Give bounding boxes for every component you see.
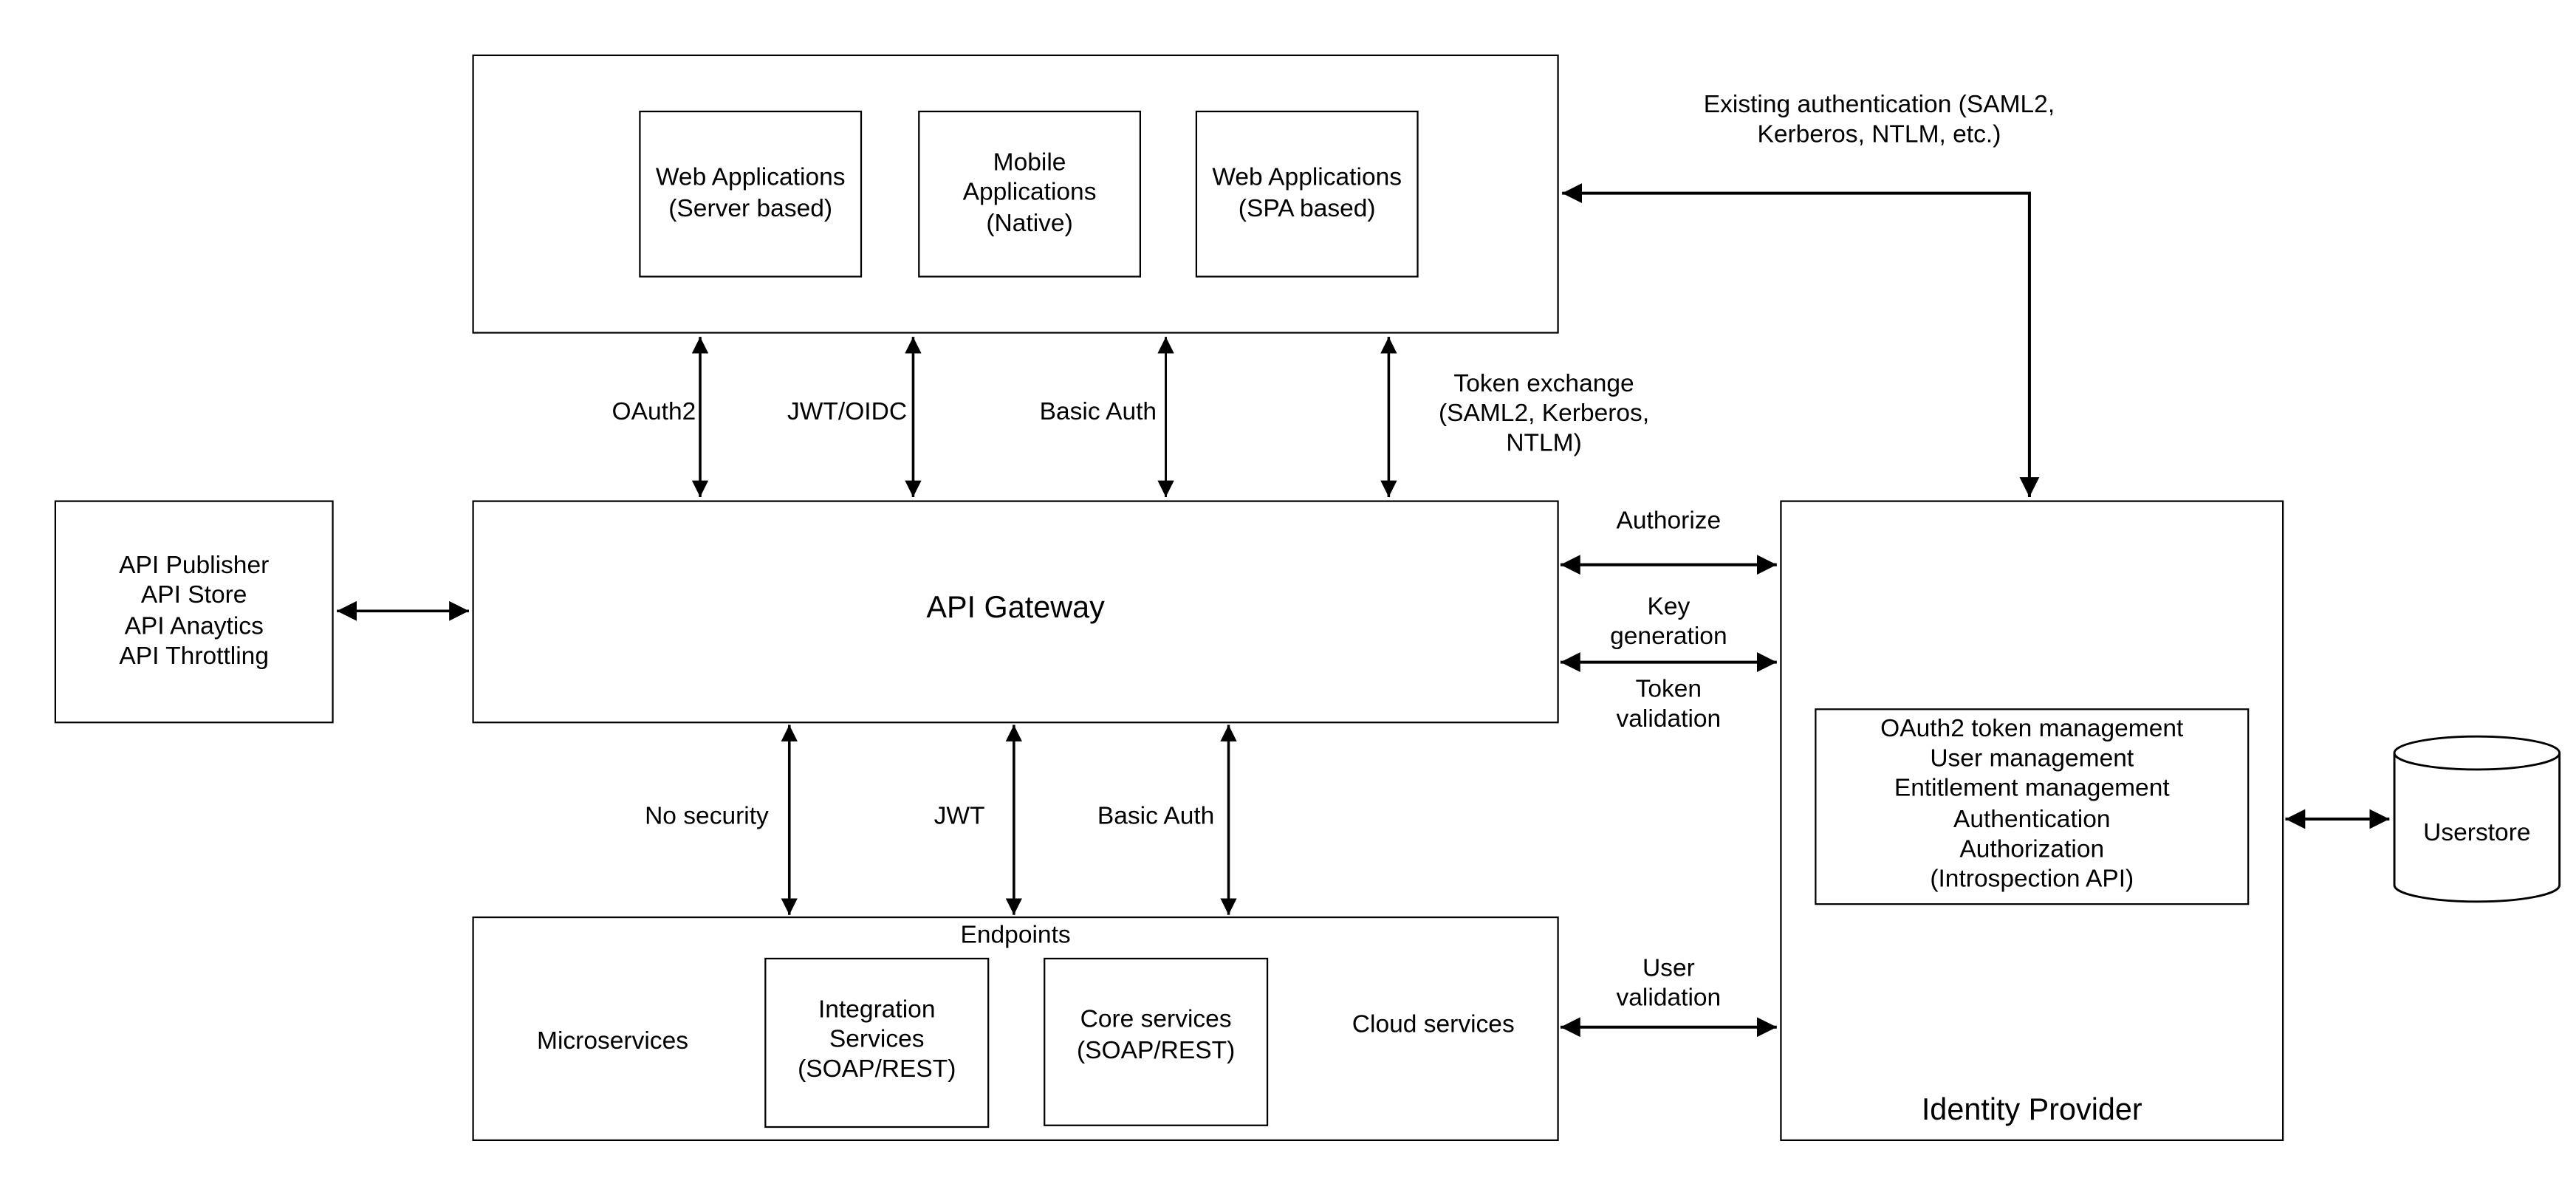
label-jwt: JWT [934, 802, 985, 831]
microservices-label[interactable]: Microservices [515, 959, 710, 1126]
label-no-security: No security [645, 802, 769, 831]
integration-services-label: Integration Services (SOAP/REST) [798, 995, 956, 1083]
api-throttling-text: API Throttling [119, 642, 269, 671]
api-store-text: API Store [140, 581, 247, 610]
api-publisher-text: API Publisher [119, 552, 270, 580]
label-authorize: Authorize [1616, 507, 1722, 535]
label-basic-auth-bottom: Basic Auth [1097, 802, 1215, 831]
label-jwt-oidc: JWT/OIDC [787, 397, 908, 426]
label-user-validation: User validation [1616, 953, 1722, 1013]
capability-introspection: (Introspection API) [1930, 865, 2134, 894]
idp-capabilities-list: OAuth2 token management User management … [1815, 708, 2249, 902]
endpoints-title: Endpoints [960, 921, 1071, 950]
identity-provider-label: Identity Provider [1921, 1091, 2142, 1126]
capability-authentication: Authentication [1953, 805, 2111, 834]
mobile-app-label: Mobile Applications (Native) [962, 148, 1097, 238]
label-basic-auth-top: Basic Auth [1039, 397, 1157, 426]
api-analytics-text: API Anaytics [124, 612, 264, 640]
architecture-diagram: Web Applications (Server based) Mobile A… [0, 0, 2576, 1191]
capability-user-management: User management [1930, 744, 2134, 773]
capability-authorization: Authorization [1959, 835, 2105, 863]
capability-entitlement: Entitlement management [1894, 775, 2170, 804]
label-token-validation: Token validation [1616, 675, 1722, 733]
web-app-server-label: Web Applications (Server based) [655, 164, 846, 222]
web-app-spa-label: Web Applications (SPA based) [1212, 164, 1402, 222]
label-key-generation: Key generation [1610, 592, 1727, 651]
core-services-label: Core services (SOAP/REST) [1076, 1006, 1236, 1065]
userstore-label[interactable]: Userstore [2394, 776, 2560, 892]
label-token-exchange: Token exchange (SAML2, Kerberos, NTLM) [1438, 369, 1650, 458]
api-management-label: API Publisher API Store API Anaytics API… [55, 500, 334, 723]
cloud-services-label[interactable]: Cloud services [1321, 991, 1546, 1061]
label-oauth2: OAuth2 [612, 397, 696, 426]
api-gateway-label: API Gateway [926, 589, 1105, 625]
capability-oauth2: OAuth2 token management [1880, 714, 2184, 743]
label-existing-authentication: Existing authentication (SAML2, Kerberos… [1703, 90, 2055, 149]
